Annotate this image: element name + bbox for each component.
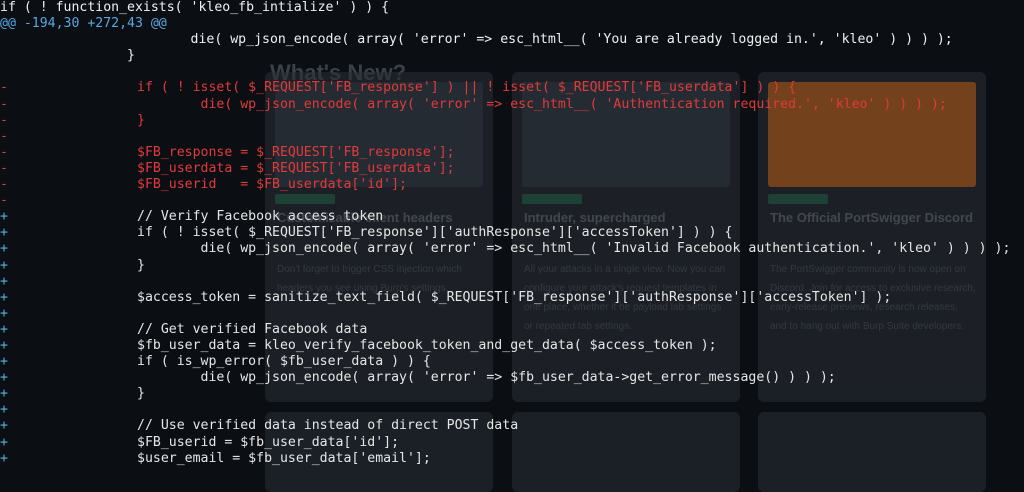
diff-marker: + <box>0 402 8 418</box>
code-text: // Verify Facebook access token <box>10 209 384 225</box>
diff-marker: + <box>0 386 8 402</box>
hunk-header: @@ -194,30 +272,43 @@ <box>0 16 1024 32</box>
code-text: } <box>0 48 135 64</box>
diff-marker: + <box>0 241 8 257</box>
diff-line: - <box>0 129 1024 145</box>
diff-marker: + <box>0 257 8 273</box>
diff-line: - $FB_userid = $FB_userdata['id']; <box>0 177 1024 193</box>
code-text: die( wp_json_encode( array( 'error' => e… <box>10 96 947 112</box>
diff-line: + } <box>0 386 1024 402</box>
code-text: $FB_response = $_REQUEST['FB_response']; <box>10 144 455 160</box>
code-text: $FB_userid = $fb_user_data['id']; <box>10 434 400 450</box>
diff-marker: + <box>0 225 8 241</box>
diff-marker: - <box>0 193 8 209</box>
diff-line: if ( ! function_exists( 'kleo_fb_intiali… <box>0 0 1024 16</box>
code-text: if ( ! isset( $_REQUEST['FB_response']['… <box>10 225 733 241</box>
diff-marker: - <box>0 177 8 193</box>
diff-marker: + <box>0 321 8 337</box>
diff-line: + die( wp_json_encode( array( 'error' =>… <box>0 241 1024 257</box>
diff-line: + // Get verified Facebook data <box>0 322 1024 338</box>
diff-line: + <box>0 274 1024 290</box>
diff-marker: + <box>0 305 8 321</box>
diff-line: + $FB_userid = $fb_user_data['id']; <box>0 435 1024 451</box>
diff-line: } <box>0 48 1024 64</box>
diff-line: + if ( is_wp_error( $fb_user_data ) ) { <box>0 354 1024 370</box>
code-text: } <box>10 112 145 128</box>
diff-line: + // Verify Facebook access token <box>0 209 1024 225</box>
diff-marker: + <box>0 289 8 305</box>
code-text: die( wp_json_encode( array( 'error' => $… <box>10 370 836 386</box>
diff-marker: - <box>0 96 8 112</box>
code-text: die( wp_json_encode( array( 'error' => e… <box>10 241 1011 257</box>
code-text: $fb_user_data = kleo_verify_facebook_tok… <box>10 337 717 353</box>
code-text: if ( is_wp_error( $fb_user_data ) ) { <box>10 354 431 370</box>
diff-marker: + <box>0 354 8 370</box>
code-text: // Use verified data instead of direct P… <box>10 418 519 434</box>
diff-line: + // Use verified data instead of direct… <box>0 418 1024 434</box>
diff-line: - if ( ! isset( $_REQUEST['FB_response']… <box>0 80 1024 96</box>
diff-line <box>0 64 1024 80</box>
diff-view: if ( ! function_exists( 'kleo_fb_intiali… <box>0 0 1024 467</box>
diff-marker: - <box>0 80 8 96</box>
code-text: die( wp_json_encode( array( 'error' => e… <box>0 32 953 48</box>
diff-line: + } <box>0 258 1024 274</box>
diff-marker: + <box>0 209 8 225</box>
diff-line: - $FB_response = $_REQUEST['FB_response'… <box>0 145 1024 161</box>
code-text: } <box>10 257 145 273</box>
code-text: @@ -194,30 +272,43 @@ <box>0 16 167 32</box>
code-text: } <box>10 386 145 402</box>
diff-marker: - <box>0 144 8 160</box>
diff-line: + <box>0 402 1024 418</box>
diff-marker: - <box>0 128 8 144</box>
diff-line: + die( wp_json_encode( array( 'error' =>… <box>0 370 1024 386</box>
diff-marker: + <box>0 273 8 289</box>
code-text: $user_email = $fb_user_data['email']; <box>10 450 431 466</box>
diff-line: + $fb_user_data = kleo_verify_facebook_t… <box>0 338 1024 354</box>
diff-marker: - <box>0 160 8 176</box>
code-text: $FB_userdata = $_REQUEST['FB_userdata']; <box>10 160 455 176</box>
diff-line: - } <box>0 113 1024 129</box>
code-text: if ( ! isset( $_REQUEST['FB_response'] )… <box>10 80 797 96</box>
diff-line: die( wp_json_encode( array( 'error' => e… <box>0 32 1024 48</box>
diff-line: - <box>0 193 1024 209</box>
diff-line: + $user_email = $fb_user_data['email']; <box>0 451 1024 467</box>
code-text: $FB_userid = $FB_userdata['id']; <box>10 177 407 193</box>
diff-line: - die( wp_json_encode( array( 'error' =>… <box>0 97 1024 113</box>
diff-marker: + <box>0 450 8 466</box>
code-text: if ( ! function_exists( 'kleo_fb_intiali… <box>0 0 390 15</box>
diff-marker: + <box>0 337 8 353</box>
diff-line: + $access_token = sanitize_text_field( $… <box>0 290 1024 306</box>
diff-marker: + <box>0 434 8 450</box>
code-text: // Get verified Facebook data <box>10 321 368 337</box>
diff-marker: + <box>0 418 8 434</box>
diff-marker: + <box>0 370 8 386</box>
diff-line: + if ( ! isset( $_REQUEST['FB_response']… <box>0 225 1024 241</box>
diff-line: - $FB_userdata = $_REQUEST['FB_userdata'… <box>0 161 1024 177</box>
diff-marker: - <box>0 112 8 128</box>
diff-line: + <box>0 306 1024 322</box>
code-text: $access_token = sanitize_text_field( $_R… <box>10 289 892 305</box>
